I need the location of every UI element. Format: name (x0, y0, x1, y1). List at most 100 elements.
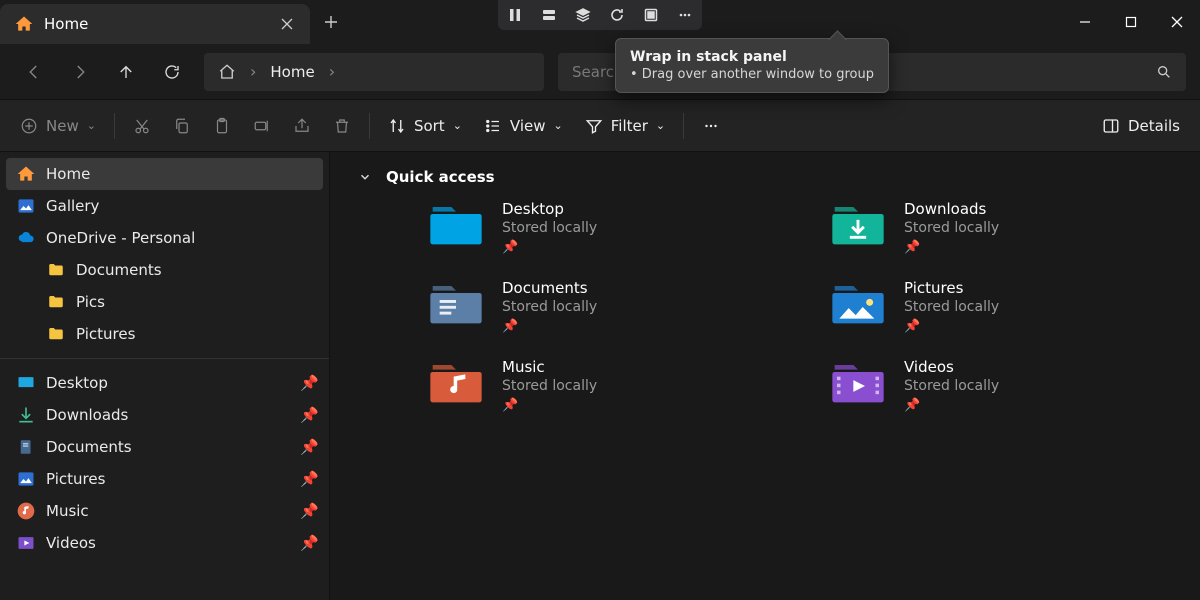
folder-icon (46, 260, 66, 280)
folder-icon (428, 279, 484, 325)
sidebar-item-desktop[interactable]: Desktop 📌 (0, 367, 329, 399)
toolbar: New⌄ Sort⌄ View⌄ Filter⌄ Details (0, 100, 1200, 152)
pause-icon[interactable] (498, 0, 532, 30)
folder-subtitle: Stored locally (904, 299, 999, 315)
quick-access-music[interactable]: MusicStored locally📌 (428, 358, 770, 413)
close-button[interactable] (1154, 0, 1200, 44)
quick-access-desktop[interactable]: Desktop Stored locally 📌 (428, 200, 770, 255)
sidebar-item-label: Pictures (46, 470, 105, 488)
tab-close-button[interactable] (276, 13, 298, 35)
more-button[interactable] (692, 108, 730, 144)
tab-home[interactable]: Home (0, 4, 310, 44)
sidebar-item-gallery[interactable]: Gallery (0, 190, 329, 222)
sidebar-item-label: Music (46, 502, 89, 520)
share-button[interactable] (283, 108, 321, 144)
refresh-button[interactable] (152, 52, 192, 92)
sidebar-item-pictures[interactable]: Pictures 📌 (0, 463, 329, 495)
overlay-toolbar (498, 0, 702, 30)
pin-icon: 📌 (904, 319, 999, 334)
tooltip-body: • Drag over another window to group (630, 67, 874, 82)
folder-icon (830, 358, 886, 404)
tooltip-title: Wrap in stack panel (630, 49, 874, 65)
details-button[interactable]: Details (1092, 108, 1190, 144)
music-icon (16, 501, 36, 521)
pin-icon: 📌 (300, 438, 319, 456)
new-tab-button[interactable] (310, 0, 352, 44)
sidebar-item-label: Documents (46, 438, 132, 456)
pin-icon: 📌 (300, 406, 319, 424)
folder-icon (428, 200, 484, 246)
minimize-button[interactable] (1062, 0, 1108, 44)
folder-subtitle: Stored locally (904, 220, 999, 236)
pin-icon: 📌 (300, 470, 319, 488)
sidebar-item-label: Downloads (46, 406, 128, 424)
quick-access-documents[interactable]: DocumentsStored locally📌 (428, 279, 770, 334)
up-button[interactable] (106, 52, 146, 92)
section-quick-access[interactable]: Quick access (358, 168, 1172, 186)
documents-icon (16, 437, 36, 457)
downloads-icon (16, 405, 36, 425)
delete-button[interactable] (323, 108, 361, 144)
chevron-down-icon: ⌄ (87, 119, 96, 132)
cut-button[interactable] (123, 108, 161, 144)
more-icon[interactable] (668, 0, 702, 30)
home-crumb-icon (218, 63, 236, 81)
navbar: › Home › Search Home (0, 44, 1200, 100)
pin-icon: 📌 (502, 319, 597, 334)
frame-icon[interactable] (634, 0, 668, 30)
chevron-right-icon: › (329, 62, 335, 81)
folder-name: Music (502, 358, 597, 376)
pin-icon: 📌 (300, 534, 319, 552)
quick-access-pictures[interactable]: PicturesStored locally📌 (830, 279, 1172, 334)
view-button[interactable]: View⌄ (474, 108, 573, 144)
copy-button[interactable] (163, 108, 201, 144)
tab-title: Home (44, 15, 88, 33)
forward-button[interactable] (60, 52, 100, 92)
sidebar-item-label: Desktop (46, 374, 108, 392)
back-button[interactable] (14, 52, 54, 92)
sidebar-item-videos[interactable]: Videos 📌 (0, 527, 329, 559)
sidebar-item-onedrive[interactable]: OneDrive - Personal (0, 222, 329, 254)
quick-access-videos[interactable]: VideosStored locally📌 (830, 358, 1172, 413)
folder-subtitle: Stored locally (904, 378, 999, 394)
paste-button[interactable] (203, 108, 241, 144)
folder-subtitle: Stored locally (502, 220, 597, 236)
onedrive-icon (16, 228, 36, 248)
sidebar-item-music[interactable]: Music 📌 (0, 495, 329, 527)
desktop-icon (16, 373, 36, 393)
sidebar-item-label: Gallery (46, 197, 99, 215)
folder-name: Desktop (502, 200, 597, 218)
pin-icon: 📌 (502, 240, 597, 255)
sidebar-item-label: Pictures (76, 325, 135, 343)
sidebar-item-downloads[interactable]: Downloads 📌 (0, 399, 329, 431)
home-icon (16, 164, 36, 184)
pin-icon: 📌 (300, 374, 319, 392)
sidebar-item-home[interactable]: Home (6, 158, 323, 190)
stack-icon[interactable] (566, 0, 600, 30)
chevron-down-icon: ⌄ (554, 119, 563, 132)
filter-button[interactable]: Filter⌄ (575, 108, 675, 144)
sidebar-item-onedrive-pics[interactable]: Pics (0, 286, 329, 318)
quick-access-downloads[interactable]: DownloadsStored locally📌 (830, 200, 1172, 255)
rename-button[interactable] (243, 108, 281, 144)
chevron-down-icon (358, 170, 372, 184)
rows-icon[interactable] (532, 0, 566, 30)
pin-icon: 📌 (502, 398, 597, 413)
maximize-button[interactable] (1108, 0, 1154, 44)
sidebar-item-onedrive-pictures[interactable]: Pictures (0, 318, 329, 350)
address-bar[interactable]: › Home › (204, 53, 544, 91)
sidebar-item-label: Home (46, 165, 90, 183)
section-title: Quick access (386, 168, 495, 186)
sidebar-item-documents[interactable]: Documents 📌 (0, 431, 329, 463)
sidebar-item-label: Pics (76, 293, 105, 311)
folder-icon (46, 324, 66, 344)
folder-name: Documents (502, 279, 597, 297)
refresh-icon[interactable] (600, 0, 634, 30)
sidebar-item-label: Documents (76, 261, 162, 279)
breadcrumb-location: Home (270, 63, 314, 81)
sidebar-item-onedrive-documents[interactable]: Documents (0, 254, 329, 286)
new-button[interactable]: New⌄ (10, 108, 106, 144)
folder-name: Videos (904, 358, 999, 376)
sort-button[interactable]: Sort⌄ (378, 108, 472, 144)
pin-icon: 📌 (300, 502, 319, 520)
